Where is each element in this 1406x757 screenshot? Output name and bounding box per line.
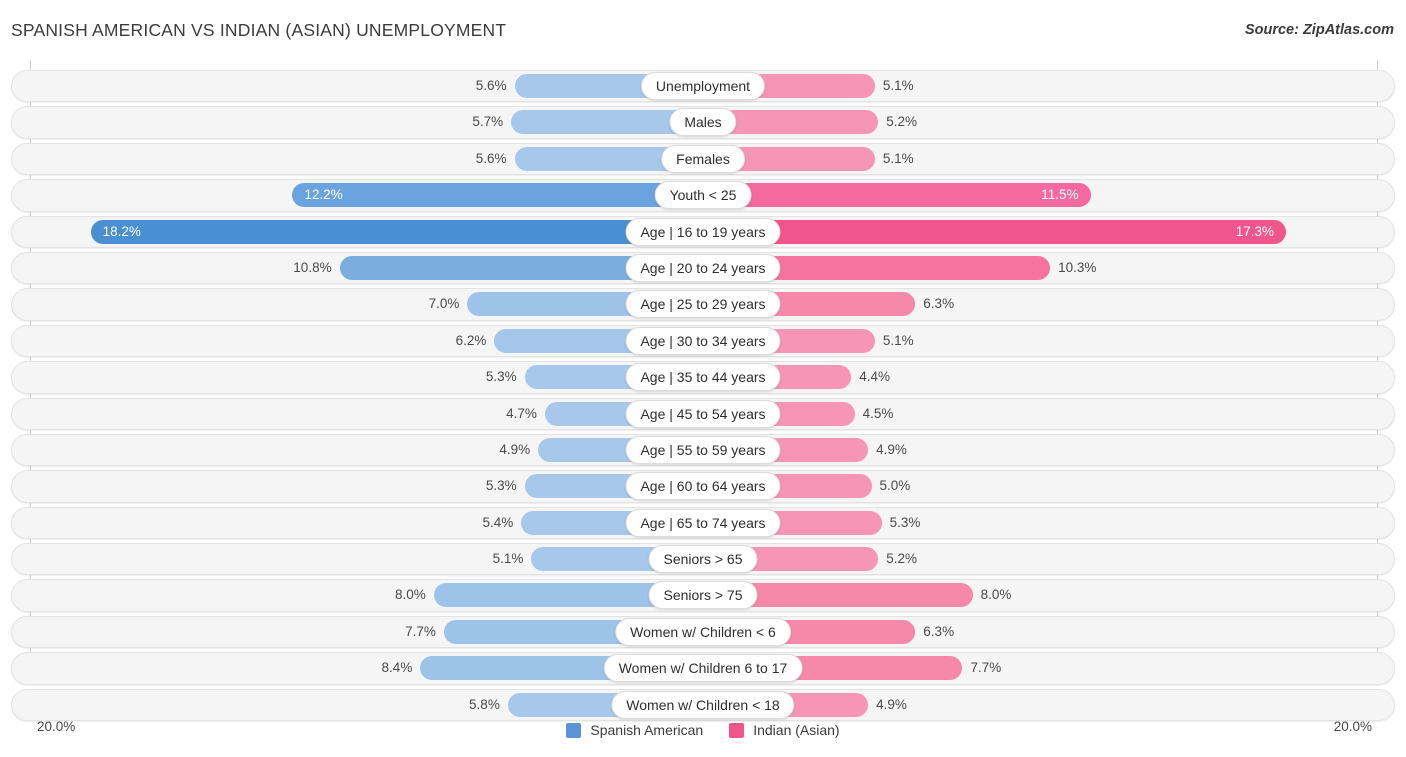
value-label-left: 12.2% xyxy=(304,187,343,203)
chart-row: 7.0% 6.3% Age | 25 to 29 years xyxy=(0,286,1406,322)
value-label-right: 11.5% xyxy=(1041,187,1079,203)
chart-row: 8.0% 8.0% Seniors > 75 xyxy=(0,577,1406,613)
value-label-left: 8.4% xyxy=(381,660,413,676)
bar-spanish-american xyxy=(292,183,703,208)
row-category-label: Unemployment xyxy=(640,72,766,100)
chart-row: 5.4% 5.3% Age | 65 to 74 years xyxy=(0,505,1406,541)
legend-item[interactable]: Spanish American xyxy=(566,722,703,738)
row-category-label: Age | 65 to 74 years xyxy=(625,508,781,537)
value-label-right: 5.1% xyxy=(882,78,914,93)
value-label-left: 7.7% xyxy=(405,623,436,639)
value-label-left: 7.0% xyxy=(428,296,460,312)
value-label-left: 10.8% xyxy=(293,259,332,275)
value-label-left: 5.3% xyxy=(485,369,517,385)
value-label-right: 5.0% xyxy=(879,478,911,494)
row-category-label: Youth < 25 xyxy=(654,181,752,210)
chart-row: 7.7% 6.3% Women w/ Children < 6 xyxy=(0,614,1406,650)
value-label-left: 5.4% xyxy=(482,514,514,530)
chart-row: 10.8% 10.3% Age | 20 to 24 years xyxy=(0,250,1406,286)
chart-page: SPANISH AMERICAN VS INDIAN (ASIAN) UNEMP… xyxy=(0,0,1406,757)
value-label-right: 5.2% xyxy=(886,114,918,130)
bar-indian-asian xyxy=(703,219,1286,244)
row-category-label: Females xyxy=(661,144,745,173)
chart-row: 6.2% 5.1% Age | 30 to 34 years xyxy=(0,323,1406,359)
value-label-right: 6.3% xyxy=(923,623,955,639)
chart-row: 5.7% 5.2% Males xyxy=(0,104,1406,140)
row-category-label: Women w/ Children < 6 xyxy=(615,617,791,646)
row-category-label: Age | 60 to 64 years xyxy=(625,472,781,501)
row-category-label: Women w/ Children 6 to 17 xyxy=(603,654,803,683)
chart-legend: Spanish American Indian (Asian) xyxy=(0,722,1406,738)
value-label-right: 10.3% xyxy=(1058,259,1097,275)
value-label-left: 4.7% xyxy=(506,405,537,421)
value-label-right: 5.1% xyxy=(882,332,914,348)
value-label-right: 5.2% xyxy=(886,551,918,567)
chart-row: 5.1% 5.2% Seniors > 65 xyxy=(0,541,1406,577)
legend-swatch-icon xyxy=(729,722,745,738)
chart-row: 4.9% 4.9% Age | 55 to 59 years xyxy=(0,432,1406,468)
value-label-left: 5.6% xyxy=(475,78,507,93)
bar-spanish-american xyxy=(90,219,703,244)
legend-item[interactable]: Indian (Asian) xyxy=(729,722,840,738)
legend-label: Indian (Asian) xyxy=(753,722,840,738)
value-label-right: 7.7% xyxy=(970,660,1002,676)
chart-plot-area: 5.6% 5.1% Unemployment 5.7% 5.2% Males 5.6% 5.1… xyxy=(0,60,1406,722)
legend-label: Spanish American xyxy=(590,722,704,738)
chart-row: 5.3% 5.0% Age | 60 to 64 years xyxy=(0,468,1406,504)
value-label-right: 8.0% xyxy=(980,587,1012,603)
chart-row: 5.3% 4.4% Age | 35 to 44 years xyxy=(0,359,1406,395)
row-category-label: Seniors > 65 xyxy=(648,545,758,574)
value-label-right: 5.3% xyxy=(889,514,921,530)
value-label-left: 5.3% xyxy=(485,478,517,494)
row-category-label: Age | 45 to 54 years xyxy=(625,399,781,428)
value-label-right: 6.3% xyxy=(923,296,955,312)
value-label-left: 5.8% xyxy=(469,696,500,712)
value-label-left: 4.9% xyxy=(499,441,531,457)
value-label-left: 18.2% xyxy=(102,223,141,239)
row-category-label: Seniors > 75 xyxy=(648,581,758,610)
row-category-label: Males xyxy=(669,108,737,137)
chart-row: 4.7% 4.5% Age | 45 to 54 years xyxy=(0,396,1406,432)
row-category-label: Age | 30 to 34 years xyxy=(625,326,781,355)
value-label-left: 6.2% xyxy=(455,332,487,348)
value-label-left: 8.0% xyxy=(395,587,426,603)
value-label-left: 5.6% xyxy=(475,150,507,166)
source-attribution: Source: ZipAtlas.com xyxy=(1244,22,1394,38)
value-label-right: 4.9% xyxy=(876,696,907,712)
chart-row: 8.4% 7.7% Women w/ Children 6 to 17 xyxy=(0,650,1406,686)
bar-indian-asian xyxy=(703,183,1091,208)
row-category-label: Age | 25 to 29 years xyxy=(625,290,781,319)
page-title: SPANISH AMERICAN VS INDIAN (ASIAN) UNEMP… xyxy=(11,20,507,40)
value-label-right: 4.5% xyxy=(862,405,894,421)
legend-swatch-icon xyxy=(566,722,582,738)
chart-rows: 5.6% 5.1% Unemployment 5.7% 5.2% Males 5.6% 5.1… xyxy=(0,68,1406,723)
row-category-label: Age | 55 to 59 years xyxy=(625,435,781,464)
value-label-right: 5.1% xyxy=(882,150,914,166)
chart-row: 5.6% 5.1% Females xyxy=(0,141,1406,177)
value-label-right: 17.3% xyxy=(1235,223,1274,239)
chart-row: 12.2% 11.5% Youth < 25 xyxy=(0,177,1406,213)
row-category-label: Women w/ Children < 18 xyxy=(611,690,795,719)
chart-row: 18.2% 17.3% Age | 16 to 19 years xyxy=(0,214,1406,250)
value-label-left: 5.7% xyxy=(472,114,504,130)
value-label-right: 4.9% xyxy=(876,441,907,457)
value-label-left: 5.1% xyxy=(492,551,524,567)
row-category-label: Age | 35 to 44 years xyxy=(625,363,781,392)
value-label-right: 4.4% xyxy=(859,369,891,385)
row-category-label: Age | 16 to 19 years xyxy=(625,217,781,246)
chart-row: 5.6% 5.1% Unemployment xyxy=(0,68,1406,104)
row-category-label: Age | 20 to 24 years xyxy=(625,253,781,282)
chart-row: 5.8% 4.9% Women w/ Children < 18 xyxy=(0,687,1406,723)
